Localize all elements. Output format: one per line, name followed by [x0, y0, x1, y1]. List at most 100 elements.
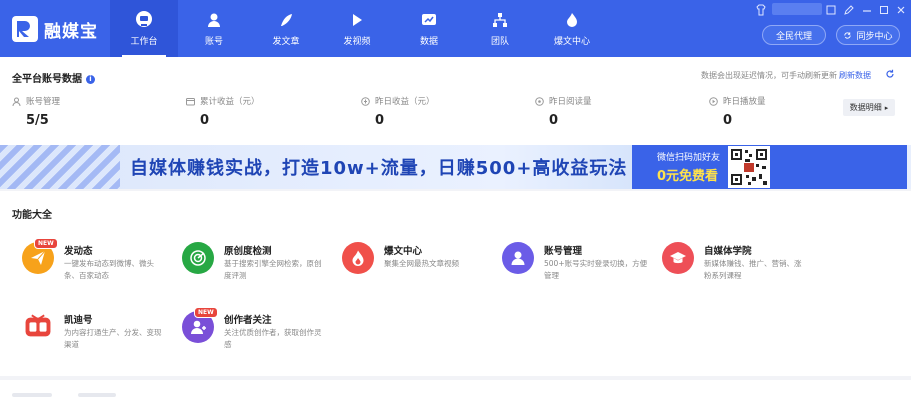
data-detail-label: 数据明细	[849, 103, 882, 112]
nav-label: 账号	[204, 37, 223, 47]
new-badge: NEW	[194, 307, 218, 318]
user-icon	[511, 251, 525, 265]
qr-code-icon	[728, 146, 770, 188]
feature-title: 账号管理	[544, 246, 583, 257]
app-name: 融媒宝	[44, 21, 98, 42]
feature-account-management[interactable]: 账号管理 500+账号实时登录切换，方便管理	[502, 242, 652, 292]
features-title: 功能大全	[12, 210, 52, 221]
feature-desc: 为内容打通生产、分发、变现渠道	[64, 328, 162, 349]
skin-icon[interactable]	[754, 3, 768, 17]
nav-label: 数据	[419, 37, 438, 47]
carousel-indicator[interactable]	[448, 182, 468, 186]
data-detail-button[interactable]: 数据明细 ▸	[843, 99, 895, 116]
graduation-cap-icon	[670, 252, 686, 264]
stat-yesterday-income: 昨日收益（元） 0	[361, 95, 435, 128]
nav-label: 发视频	[343, 37, 371, 47]
feature-creator-follow[interactable]: NEW 创作者关注 关注优质创作者，获取创作灵感	[182, 307, 332, 361]
refresh-icon[interactable]	[885, 69, 895, 79]
user-icon	[208, 13, 220, 27]
person-icon	[12, 97, 21, 106]
send-icon	[31, 250, 46, 265]
feature-title: 自媒体学院	[704, 246, 752, 257]
nav-tab-team[interactable]: 团队	[466, 0, 534, 57]
fire-icon	[567, 13, 577, 27]
coin-icon	[361, 96, 370, 106]
nav-tab-hot-articles[interactable]: 爆文中心	[538, 0, 606, 57]
nav-tab-account[interactable]: 账号	[180, 0, 248, 57]
promo-banner[interactable]: 自媒体赚钱实战，打造10w+流量，日赚500+高收益玩法 微信扫码加好友 0元免…	[0, 145, 911, 189]
next-section-peek	[0, 380, 911, 400]
feature-desc: 一键发布动态到微博、微头条、百家动态	[64, 259, 154, 280]
feature-hot-articles[interactable]: 爆文中心 聚集全网最热文章视频	[342, 242, 492, 292]
stat-label: 账号管理	[26, 97, 61, 107]
stat-label: 昨日播放量	[723, 97, 766, 107]
account-stats-panel: 全平台账号数据 i 数据会出现延迟情况，可手动刷新更新 刷新数据 账号管理 5/5 …	[0, 57, 911, 145]
banner-slogan: 自媒体赚钱实战，打造10w+流量，日赚500+高收益玩法	[130, 158, 628, 179]
chart-icon	[422, 14, 436, 25]
feature-title: 原创度检测	[224, 246, 272, 257]
stat-label: 昨日阅读量	[549, 97, 592, 107]
settings-icon[interactable]	[824, 3, 838, 17]
play-icon	[353, 14, 362, 26]
feature-icon-bg	[502, 242, 534, 274]
close-icon[interactable]	[894, 3, 908, 17]
maximize-icon[interactable]	[877, 3, 891, 17]
nav-tab-workbench[interactable]: 工作台	[110, 0, 178, 57]
wallet-icon	[186, 97, 195, 105]
feature-icon-bg	[342, 242, 374, 274]
monitor-icon	[136, 11, 152, 27]
info-icon[interactable]: i	[86, 75, 95, 84]
stats-hint: 数据会出现延迟情况，可手动刷新更新 刷新数据	[701, 70, 871, 81]
stats-hint-text: 数据会出现延迟情况，可手动刷新更新	[701, 71, 837, 80]
placeholder-bar	[12, 393, 52, 397]
nav-label: 工作台	[130, 37, 158, 47]
stat-label: 昨日收益（元）	[375, 97, 435, 107]
fire-icon	[352, 250, 364, 266]
agent-button[interactable]: 全民代理	[762, 25, 826, 45]
stat-yesterday-reads: 昨日阅读量 0	[535, 95, 592, 128]
new-badge: NEW	[34, 238, 58, 249]
feature-desc: 新媒体赚钱、推广、营销、涨粉系列课程	[704, 259, 802, 280]
stat-value: 5/5	[26, 113, 49, 128]
sync-center-button[interactable]: 同步中心	[836, 25, 900, 45]
feature-title: 创作者关注	[224, 315, 272, 326]
feature-desc: 基于搜索引擎全网检索，原创度评测	[224, 259, 322, 280]
feature-icon-bg	[22, 311, 54, 343]
top-navigation-bar: 融媒宝 工作台 账号 发文章 发视频 数据 团队 爆文中心 全民代理 同步中心	[0, 0, 911, 57]
feature-title: 凯迪号	[64, 315, 93, 326]
nav-tab-post-article[interactable]: 发文章	[252, 0, 320, 57]
stats-title-text: 全平台账号数据	[12, 74, 82, 85]
stat-label: 累计收益（元）	[200, 97, 260, 107]
team-icon	[493, 13, 507, 27]
feature-kaidi[interactable]: 凯迪号 为内容打通生产、分发、变现渠道	[22, 311, 172, 361]
feather-icon	[281, 14, 292, 26]
sync-center-label: 同步中心	[856, 31, 893, 42]
features-panel: 功能大全 NEW 发动态 一键发布动态到微博、微头条、百家动态 原创度检测 基于…	[0, 191, 911, 376]
feature-media-academy[interactable]: 自媒体学院 新媒体赚钱、推广、营销、涨粉系列课程	[662, 242, 812, 292]
nav-tab-post-video[interactable]: 发视频	[323, 0, 391, 57]
stat-account-management[interactable]: 账号管理 5/5	[12, 95, 60, 128]
feature-icon-bg	[662, 242, 694, 274]
banner-decoration	[0, 145, 120, 189]
app-logo[interactable]: 融媒宝	[12, 14, 98, 44]
feature-originality-check[interactable]: 原创度检测 基于搜索引擎全网检索，原创度评测	[182, 242, 332, 292]
stat-value: 0	[375, 113, 385, 128]
nav-tab-data[interactable]: 数据	[395, 0, 463, 57]
user-plus-icon	[191, 320, 206, 334]
user-account-box[interactable]	[772, 3, 822, 15]
kaidi-logo-icon	[25, 314, 51, 337]
feature-desc: 500+账号实时登录切换，方便管理	[544, 259, 648, 280]
banner-subtitle: 微信扫码加好友	[657, 153, 721, 163]
sync-icon	[844, 31, 852, 39]
nav-label: 爆文中心	[553, 37, 590, 47]
edit-icon[interactable]	[842, 3, 856, 17]
nav-label: 团队	[490, 37, 509, 47]
minimize-icon[interactable]	[860, 3, 874, 17]
stat-value: 0	[200, 113, 210, 128]
refresh-data-link[interactable]: 刷新数据	[839, 71, 871, 80]
stat-value: 0	[549, 113, 559, 128]
feature-title: 发动态	[64, 246, 93, 257]
radar-icon	[190, 250, 206, 266]
feature-post-dynamic[interactable]: NEW 发动态 一键发布动态到微博、微头条、百家动态	[22, 238, 172, 292]
feature-desc: 关注优质创作者，获取创作灵感	[224, 328, 322, 349]
